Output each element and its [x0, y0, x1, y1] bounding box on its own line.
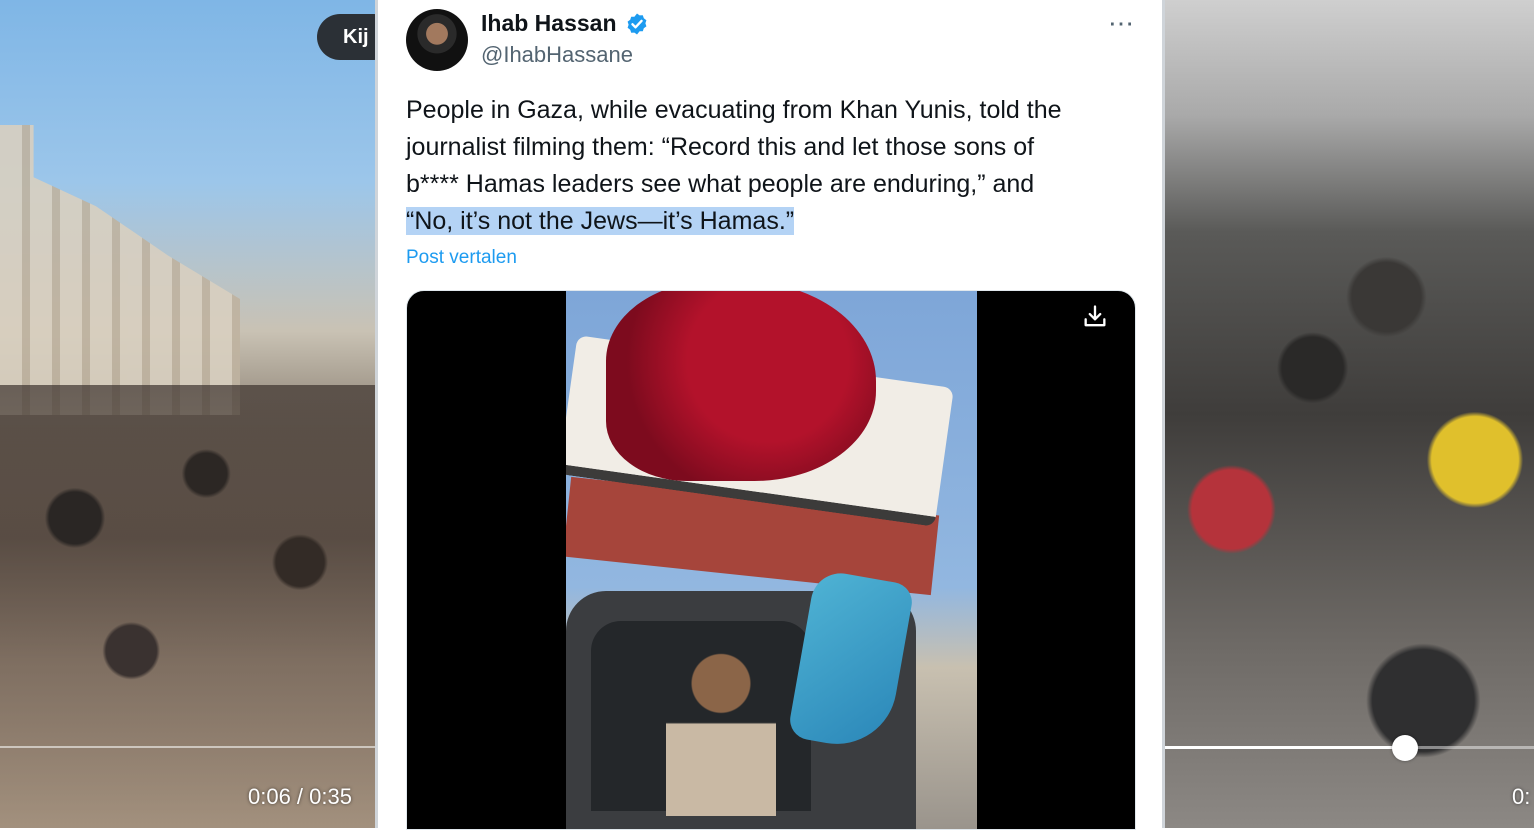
video-frame-crowd	[0, 385, 375, 828]
author-avatar[interactable]	[406, 9, 468, 71]
verified-badge-icon	[627, 13, 647, 35]
tweet-text-line: People in Gaza, while evacuating from Kh…	[406, 96, 1062, 124]
right-video-time: 0:	[1512, 784, 1531, 809]
right-video-progress-fill	[1165, 746, 1405, 749]
tweet-card: Ihab Hassan @IhabHassane ⋯ People in Gaz…	[378, 0, 1162, 830]
highlighted-text: “No, it’s not the Jews—it’s Hamas.”	[406, 207, 795, 235]
driver-shape	[666, 646, 776, 816]
download-icon[interactable]	[1081, 303, 1109, 331]
left-video-time: 0:06 / 0:35	[248, 784, 352, 809]
more-options-icon[interactable]: ⋯	[1108, 8, 1135, 39]
tweet-text-line: b**** Hamas leaders see what people are …	[406, 170, 1035, 198]
video-frame-buildings	[0, 125, 240, 415]
left-video-progress-bar[interactable]	[0, 746, 375, 748]
left-video-player[interactable]: 0:06 / 0:35	[0, 0, 375, 828]
translate-post-link[interactable]: Post vertalen	[406, 247, 517, 269]
right-video-scrubber[interactable]	[1391, 735, 1418, 761]
tweet-text: People in Gaza, while evacuating from Kh…	[406, 92, 1136, 240]
right-video-player[interactable]: 0:	[1165, 0, 1534, 828]
author-handle[interactable]: @IhabHassane	[481, 42, 633, 68]
tweet-video[interactable]	[406, 290, 1136, 830]
video-thumbnail	[566, 291, 977, 829]
video-frame-crowd	[1165, 120, 1534, 828]
blanket-shape	[606, 291, 876, 481]
author-name[interactable]: Ihab Hassan	[481, 10, 617, 37]
tweet-text-line: journalist filming them: “Record this an…	[406, 133, 1035, 161]
